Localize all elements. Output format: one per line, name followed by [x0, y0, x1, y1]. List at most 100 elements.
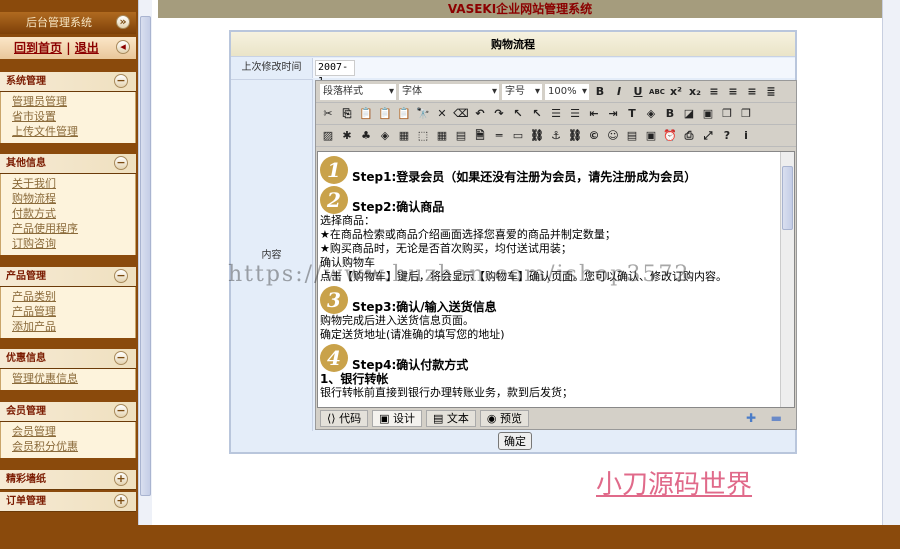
sidebar-item[interactable]: 管理员管理: [12, 94, 135, 109]
editor-scrollbar[interactable]: [780, 152, 794, 407]
file-icon[interactable]: ◈: [377, 128, 393, 144]
font-size-select[interactable]: 字号: [502, 83, 542, 100]
ordered-list-icon[interactable]: ☰: [548, 106, 564, 122]
sidebar-item[interactable]: 付款方式: [12, 206, 135, 221]
marquee-icon[interactable]: ▭: [510, 128, 526, 144]
collapse-icon[interactable]: −: [114, 156, 128, 170]
sidebar-group-header[interactable]: 产品管理 −: [0, 267, 136, 287]
superscript-icon[interactable]: x²: [668, 84, 684, 100]
doc-icon[interactable]: 🗎: [472, 128, 488, 144]
tab-text[interactable]: ▤ 文本: [425, 410, 476, 427]
sidebar-item[interactable]: 会员管理: [12, 424, 135, 439]
unordered-list-icon[interactable]: ☰: [567, 106, 583, 122]
sidebar-item[interactable]: 上传文件管理: [12, 124, 135, 139]
paste-text-icon[interactable]: 📋: [377, 106, 393, 122]
sidebar-item[interactable]: 会员积分优惠: [12, 439, 135, 454]
frame-icon[interactable]: ⬚: [415, 128, 431, 144]
excel-icon[interactable]: ▤: [624, 128, 640, 144]
layer-icon[interactable]: ▣: [700, 106, 716, 122]
sidebar-scrollbar[interactable]: [138, 0, 152, 525]
image-icon[interactable]: ▨: [320, 128, 336, 144]
submit-button[interactable]: 确定: [498, 432, 532, 450]
align-left-icon[interactable]: ≡: [706, 84, 722, 100]
justify-icon[interactable]: ≣: [763, 84, 779, 100]
sidebar-group-header[interactable]: 精彩墙纸 +: [0, 470, 136, 490]
sidebar-item[interactable]: 产品使用程序: [12, 221, 135, 236]
collapse-icon[interactable]: −: [114, 269, 128, 283]
outdent-icon[interactable]: ⇤: [586, 106, 602, 122]
main-scrollbar[interactable]: [882, 0, 900, 525]
subscript-icon[interactable]: x₂: [687, 84, 703, 100]
sidebar-group-header[interactable]: 其他信息 −: [0, 154, 136, 174]
calendar-icon[interactable]: ▤: [453, 128, 469, 144]
sidebar-item[interactable]: 关于我们: [12, 176, 135, 191]
strikethrough-icon[interactable]: ABC: [649, 84, 665, 100]
select-all-icon[interactable]: ↖: [529, 106, 545, 122]
help-icon[interactable]: ?: [719, 128, 735, 144]
paste-word-icon[interactable]: 📋: [396, 106, 412, 122]
about-icon[interactable]: i: [738, 128, 754, 144]
underline-icon[interactable]: U: [630, 84, 646, 100]
link-icon[interactable]: ⛓: [529, 128, 545, 144]
layer-forward-icon[interactable]: ❐: [719, 106, 735, 122]
bold-icon[interactable]: B: [592, 84, 608, 100]
date-icon[interactable]: ▣: [643, 128, 659, 144]
sidebar-group-header[interactable]: 订单管理 +: [0, 492, 136, 512]
tab-code[interactable]: ⟨⟩ 代码: [320, 410, 369, 427]
layer-back-icon[interactable]: ❐: [738, 106, 754, 122]
collapse-icon[interactable]: −: [114, 404, 128, 418]
flash-icon[interactable]: ✱: [339, 128, 355, 144]
sidebar-group-header[interactable]: 系统管理 −: [0, 72, 136, 92]
remove-format-icon[interactable]: ◪: [681, 106, 697, 122]
collapse-icon[interactable]: −: [114, 351, 128, 365]
editor-content[interactable]: 1 Step1:登录会员（如果还没有注册为会员，请先注册成为会员） 2 Step2:…: [317, 151, 795, 408]
paragraph-style-select[interactable]: 段落样式: [320, 83, 396, 100]
tab-design[interactable]: ▣ 设计: [372, 410, 422, 427]
sidebar-item[interactable]: 添加产品: [12, 319, 135, 334]
sidebar-item[interactable]: 产品类别: [12, 289, 135, 304]
expand-icon[interactable]: +: [114, 472, 128, 486]
text-color-icon[interactable]: T: [624, 106, 640, 122]
delete-icon[interactable]: ✕: [434, 106, 450, 122]
sidebar-group-header[interactable]: 会员管理 −: [0, 402, 136, 422]
tab-preview[interactable]: ◉ 预览: [479, 410, 529, 427]
sidebar-item[interactable]: 订购咨询: [12, 236, 135, 251]
background-color-icon[interactable]: B: [662, 106, 678, 122]
emoticon-icon[interactable]: ☺: [605, 128, 621, 144]
italic-icon[interactable]: I: [611, 84, 627, 100]
logout-link[interactable]: 退出: [75, 41, 99, 55]
align-right-icon[interactable]: ≡: [744, 84, 760, 100]
fullscreen-icon[interactable]: ⤢: [700, 128, 716, 144]
anchor-icon[interactable]: ⚓: [548, 128, 564, 144]
align-center-icon[interactable]: ≡: [725, 84, 741, 100]
undo-icon[interactable]: ↶: [472, 106, 488, 122]
paste-icon[interactable]: 📋: [358, 106, 374, 122]
indent-icon[interactable]: ⇥: [605, 106, 621, 122]
hr-icon[interactable]: ═: [491, 128, 507, 144]
grid-icon[interactable]: ▦: [434, 128, 450, 144]
collapse-icon[interactable]: −: [114, 74, 128, 88]
cut-icon[interactable]: ✂: [320, 106, 336, 122]
home-link[interactable]: 回到首页: [14, 41, 62, 55]
sidebar-item[interactable]: 管理优惠信息: [12, 371, 135, 386]
hide-sidebar-icon[interactable]: ◂: [116, 40, 130, 54]
date-input[interactable]: 2007-1: [315, 60, 355, 87]
redo-icon[interactable]: ↷: [491, 106, 507, 122]
table-icon[interactable]: ▦: [396, 128, 412, 144]
expand-icon[interactable]: ✚: [746, 411, 756, 425]
zoom-select[interactable]: 100%: [545, 83, 589, 100]
media-icon[interactable]: ♣: [358, 128, 374, 144]
select-icon[interactable]: ↖: [510, 106, 526, 122]
sidebar-group-header[interactable]: 优惠信息 −: [0, 349, 136, 369]
copy-icon[interactable]: ⎘: [339, 106, 355, 122]
highlight-icon[interactable]: ◈: [643, 106, 659, 122]
special-char-icon[interactable]: ©: [586, 128, 602, 144]
shrink-icon[interactable]: ▬: [771, 411, 782, 425]
unlink-icon[interactable]: ⛓: [567, 128, 583, 144]
collapse-all-icon[interactable]: »: [116, 15, 130, 29]
sidebar-item[interactable]: 产品管理: [12, 304, 135, 319]
sidebar-item[interactable]: 省市设置: [12, 109, 135, 124]
font-select[interactable]: 字体: [399, 83, 499, 100]
sidebar-item[interactable]: 购物流程: [12, 191, 135, 206]
page-break-icon[interactable]: ⎙: [681, 128, 697, 144]
